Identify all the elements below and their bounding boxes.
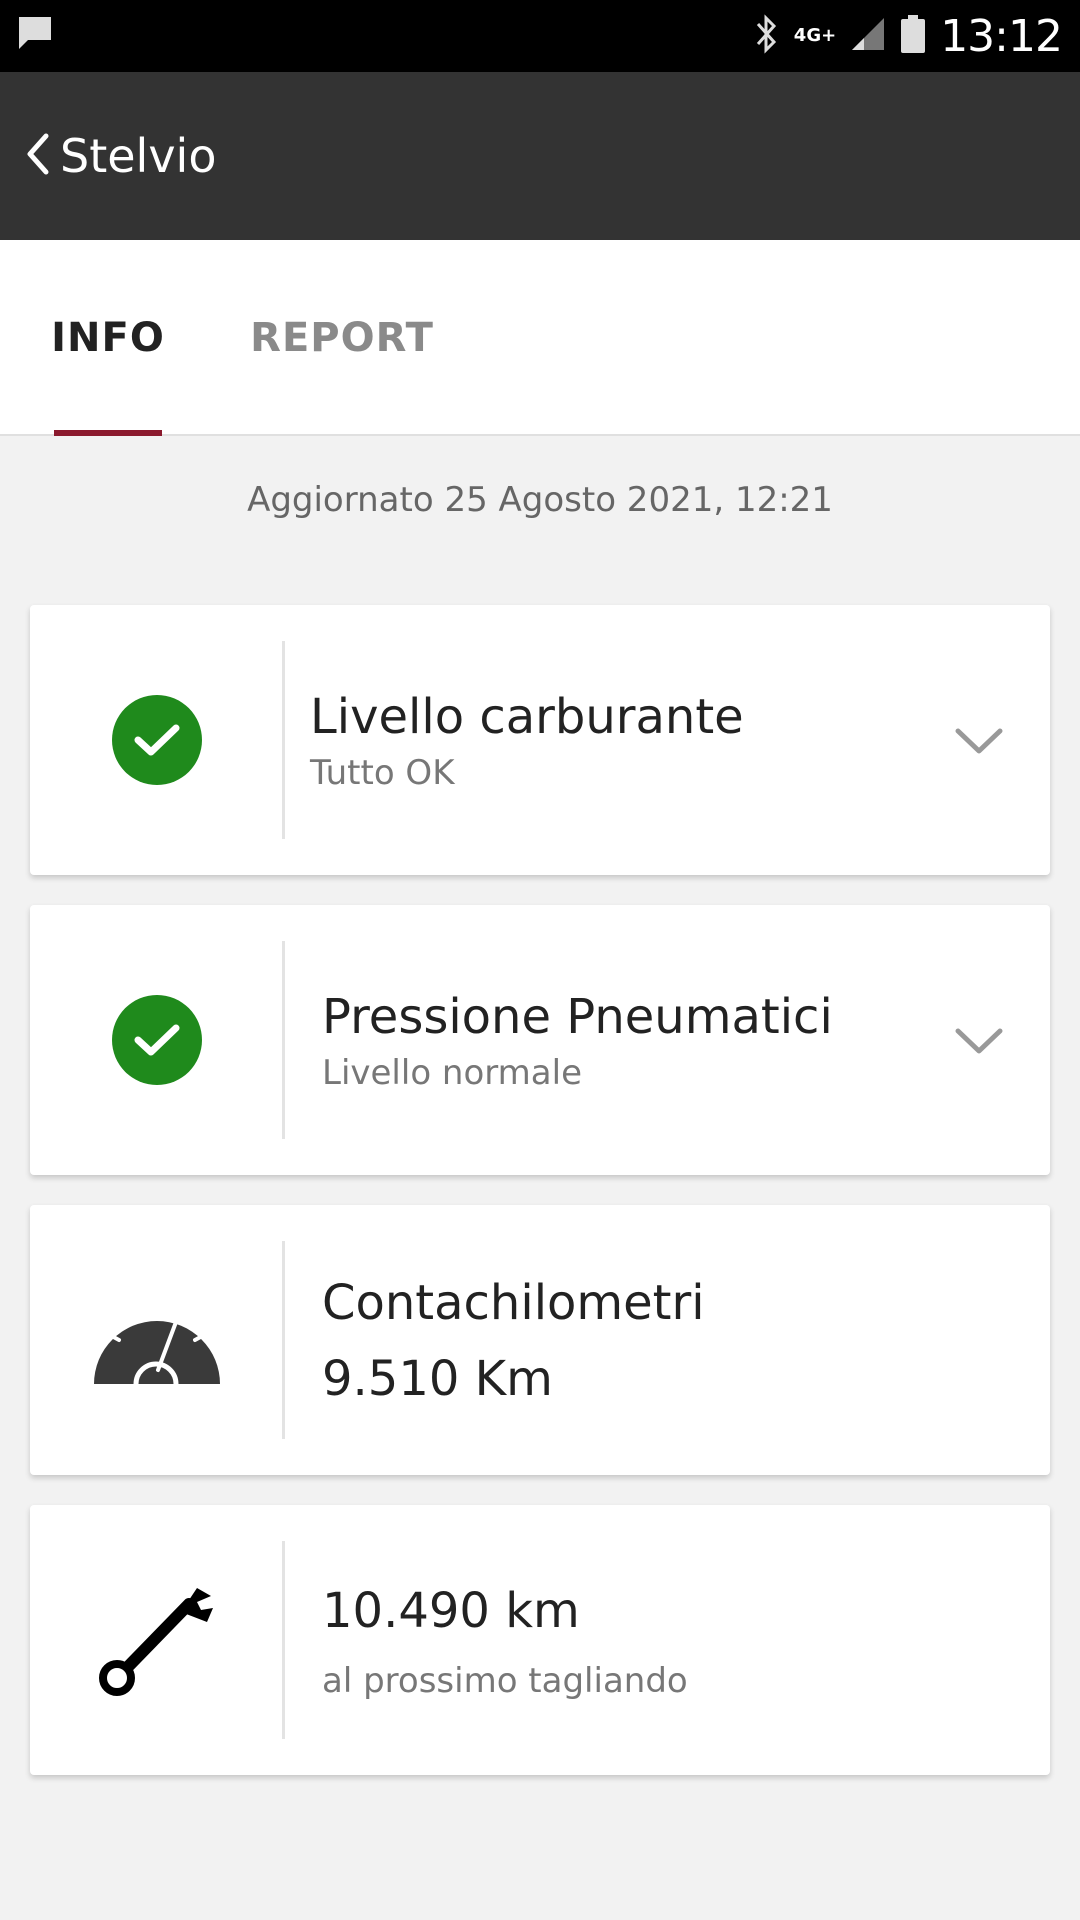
check-circle-icon (112, 695, 202, 785)
tab-info[interactable]: INFO (51, 240, 164, 436)
page-title: Stelvio (60, 129, 217, 183)
signal-icon (850, 16, 886, 56)
card-divider (282, 1541, 285, 1739)
check-circle-icon (112, 995, 202, 1085)
fuel-level-card[interactable]: Livello carburante Tutto OK (30, 605, 1050, 875)
odometer-card: Contachilometri 9.510 Km (30, 1205, 1050, 1475)
tab-report[interactable]: REPORT (250, 240, 433, 436)
card-divider (282, 941, 285, 1139)
chevron-left-icon (24, 132, 52, 180)
bluetooth-icon (754, 14, 780, 58)
chevron-down-icon[interactable] (954, 1015, 1004, 1065)
next-service-card: 10.490 km al prossimo tagliando (30, 1505, 1050, 1775)
wrench-icon (97, 1578, 217, 1702)
message-icon (16, 14, 54, 56)
card-subtitle: Livello normale (322, 1053, 582, 1093)
service-label: al prossimo tagliando (322, 1661, 688, 1701)
back-button[interactable]: Stelvio (24, 124, 216, 188)
card-divider (282, 1241, 285, 1439)
last-updated-text: Aggiornato 25 Agosto 2021, 12:21 (247, 480, 833, 520)
tab-active-indicator (54, 430, 162, 436)
card-title: Livello carburante (310, 689, 744, 745)
chevron-down-icon[interactable] (954, 715, 1004, 765)
status-bar: 4G+ 13:12 (0, 0, 1080, 72)
tab-bar: INFO REPORT (0, 240, 1080, 436)
network-label: 4G+ (793, 25, 837, 46)
battery-icon (900, 14, 926, 58)
tire-pressure-card[interactable]: Pressione Pneumatici Livello normale (30, 905, 1050, 1175)
odometer-value: 9.510 Km (322, 1351, 553, 1407)
card-title: Pressione Pneumatici (322, 989, 833, 1045)
speedometer-icon (92, 1290, 222, 1390)
status-time: 13:12 (940, 10, 1063, 62)
app-bar: Stelvio (0, 72, 1080, 240)
card-subtitle: Tutto OK (310, 753, 455, 793)
service-distance-value: 10.490 km (322, 1583, 580, 1639)
card-title: Contachilometri (322, 1275, 705, 1331)
card-divider (282, 641, 285, 839)
